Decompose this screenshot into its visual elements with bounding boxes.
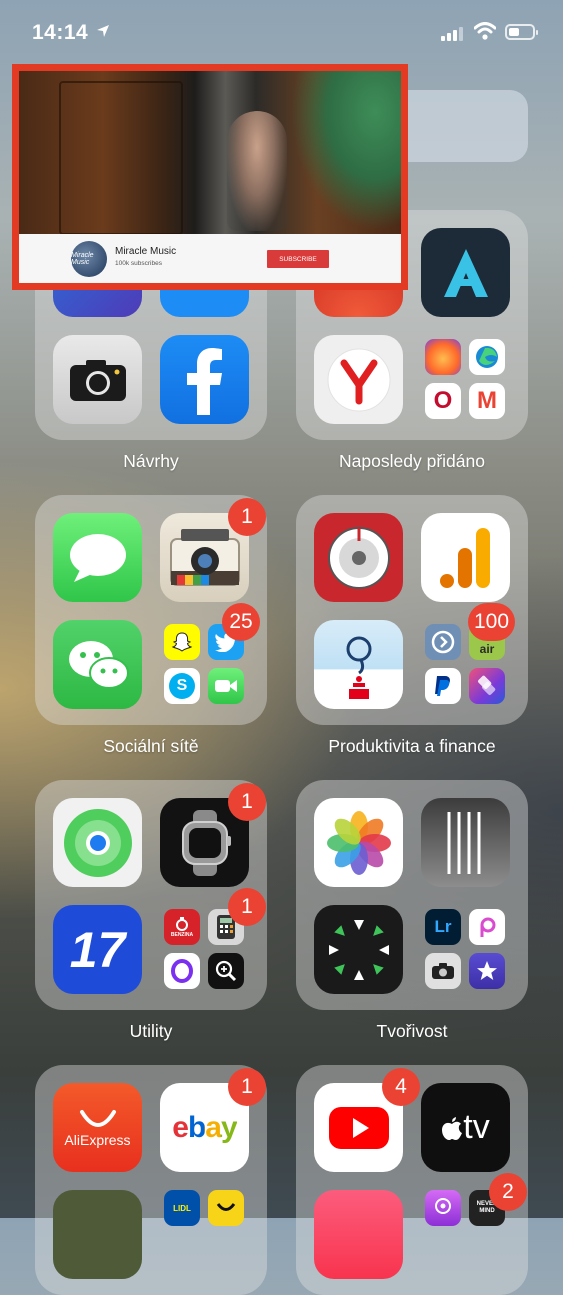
pip-content[interactable]: Miracle Music Miracle Music 100k subscri…	[19, 71, 401, 283]
channel-name[interactable]: Miracle Music	[115, 246, 176, 257]
disk-diag-app-icon[interactable]	[314, 513, 403, 602]
folder-label-recently-added: Naposledy přidáno	[339, 451, 485, 471]
vertical-bars-app-icon[interactable]	[421, 798, 510, 887]
folder-utilities[interactable]: 1 17 BENZINA 1	[35, 780, 267, 1010]
gmail-app-icon[interactable]: M	[469, 383, 505, 419]
find-my-app-icon[interactable]	[53, 798, 142, 887]
notification-badge: 1	[228, 498, 266, 536]
google-analytics-app-icon[interactable]	[421, 513, 510, 602]
facebook-app-icon[interactable]	[160, 335, 249, 424]
battery-icon	[505, 24, 538, 40]
opera-gx-app-icon[interactable]	[164, 953, 200, 989]
yandex-browser-app-icon[interactable]	[314, 335, 403, 424]
cellular-signal-icon	[441, 27, 463, 41]
podcasts-app-icon[interactable]	[425, 1190, 461, 1226]
benzina-label: BENZINA	[170, 932, 194, 938]
skype-letter: S	[169, 673, 195, 699]
notification-badge: 4	[382, 1068, 420, 1106]
folder-entertainment[interactable]: 4 tv NEVER MIND 2	[296, 1065, 528, 1295]
channel-bar: Miracle Music Miracle Music 100k subscri…	[19, 234, 401, 283]
opera-app-icon[interactable]: O	[425, 383, 461, 419]
status-bar: 14:14	[0, 0, 563, 60]
video-frame[interactable]	[19, 71, 401, 235]
edge-app-icon[interactable]	[469, 339, 505, 375]
notification-badge: 25	[222, 603, 260, 641]
messages-app-icon[interactable]	[53, 513, 142, 602]
air-label: air	[479, 642, 495, 656]
shortcuts-app-icon[interactable]	[469, 668, 505, 704]
lightroom-app-icon[interactable]: Lr	[425, 909, 461, 945]
subscriber-count: 100k subscribes	[115, 260, 162, 267]
notification-badge: 2	[489, 1173, 527, 1211]
imovie-app-icon[interactable]	[469, 953, 505, 989]
benzina-app-icon[interactable]: BENZINA	[164, 909, 200, 945]
folder-productivity-finance[interactable]: air 100	[296, 495, 528, 725]
picsart-app-icon[interactable]	[469, 909, 505, 945]
camera-mini-app-icon[interactable]	[425, 953, 461, 989]
folder-shopping[interactable]: AliExpress ebay 1 LIDL	[35, 1065, 267, 1295]
picture-in-picture-player[interactable]: Miracle Music Miracle Music 100k subscri…	[12, 64, 408, 290]
darkroom-app-icon[interactable]	[314, 905, 403, 994]
notification-badge: 1	[228, 783, 266, 821]
skype-app-icon[interactable]: S	[164, 668, 200, 704]
yellow-app-partial-icon[interactable]	[53, 1190, 142, 1279]
folder-label-utilities: Utility	[129, 1021, 173, 1041]
apple-tv-label: tv	[463, 1108, 490, 1146]
folder-social[interactable]: 1 25 S	[35, 495, 267, 725]
channel-logo-text: Miracle Music	[71, 252, 94, 266]
facetime-app-icon[interactable]	[208, 668, 244, 704]
video-plant-shape	[291, 71, 401, 231]
app-17-label: 17	[69, 921, 126, 978]
wifi-icon	[473, 22, 497, 45]
subscribe-button[interactable]: SUBSCRIBE	[267, 250, 329, 268]
aliexpress-label: AliExpress	[64, 1131, 131, 1148]
aliexpress-app-icon[interactable]: AliExpress	[53, 1083, 142, 1172]
george-bank-app-icon[interactable]	[314, 620, 403, 709]
video-door-shape	[59, 81, 183, 235]
paypal-app-icon[interactable]	[425, 668, 461, 704]
folder-label-suggestions: Návrhy	[123, 451, 179, 471]
notification-badge: 100	[468, 603, 516, 641]
video-person-shape	[227, 111, 287, 231]
folder-creativity[interactable]: Lr	[296, 780, 528, 1010]
snapchat-app-icon[interactable]	[164, 624, 200, 660]
music-app-partial-icon[interactable]	[314, 1190, 403, 1279]
magnifier-app-icon[interactable]	[208, 953, 244, 989]
location-arrow-icon	[96, 24, 110, 42]
channel-avatar[interactable]: Miracle Music	[71, 241, 107, 277]
lidl-app-icon[interactable]: LIDL	[164, 1190, 200, 1226]
notification-badge: 1	[228, 1068, 266, 1106]
apple-tv-app-icon[interactable]: tv	[421, 1083, 510, 1172]
folder-label-creativity: Tvořivost	[376, 1021, 448, 1041]
ebay-label: ebay	[172, 1110, 237, 1144]
photos-app-icon[interactable]	[314, 798, 403, 887]
notification-badge: 1	[228, 888, 266, 926]
app-17-icon[interactable]: 17	[53, 905, 142, 994]
camera-app-icon[interactable]	[53, 335, 142, 424]
wechat-app-icon[interactable]	[53, 620, 142, 709]
folder-label-social: Sociální sítě	[103, 736, 199, 756]
shazam-like-app-icon[interactable]	[425, 624, 461, 660]
firefox-app-icon[interactable]	[425, 339, 461, 375]
artstudio-a-app-icon[interactable]	[421, 228, 510, 317]
yellow-grin-app-icon[interactable]	[208, 1190, 244, 1226]
folder-label-productivity-finance: Produktivita a finance	[328, 736, 496, 756]
status-time: 14:14	[32, 21, 89, 44]
